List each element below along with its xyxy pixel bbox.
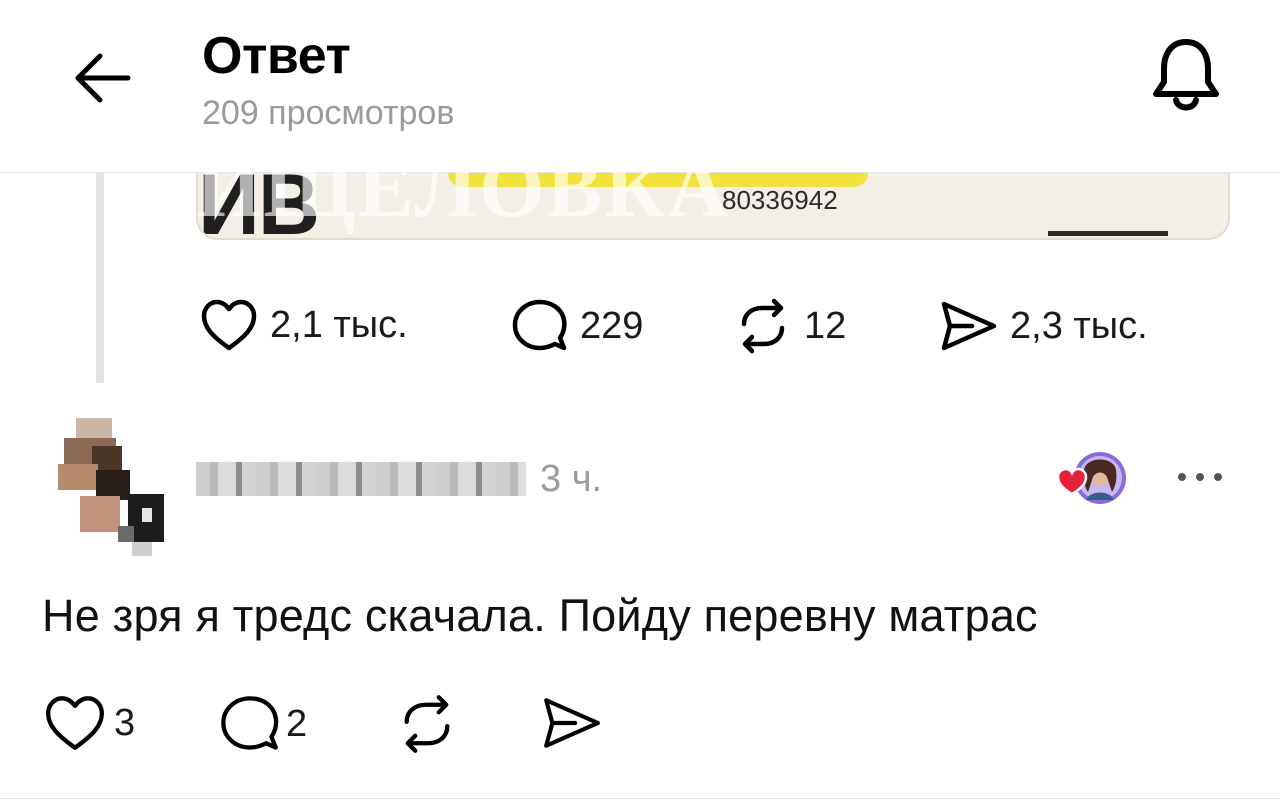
bell-icon (1153, 39, 1219, 111)
parent-like-button[interactable]: 2,1 тыс. (200, 298, 408, 352)
like-count: 3 (114, 701, 136, 744)
post-time: 3 ч. (540, 458, 603, 500)
bottom-divider (0, 798, 1280, 799)
username[interactable] (196, 462, 526, 496)
parent-reply-count: 229 (580, 304, 644, 347)
repost-button[interactable] (396, 694, 458, 754)
thread-line (96, 173, 104, 383)
more-icon (1178, 473, 1222, 481)
reply-count: 2 (286, 702, 308, 745)
comment-icon (221, 696, 279, 750)
parent-repost-count: 12 (804, 304, 847, 347)
send-icon (544, 698, 600, 748)
image-bar (1048, 231, 1168, 236)
comment-icon (512, 299, 567, 351)
arrow-left-icon (75, 53, 131, 103)
parent-like-count: 2,1 тыс. (270, 303, 408, 346)
page-title: Ответ (202, 27, 351, 85)
repost-icon (404, 695, 450, 753)
notifications-button[interactable] (1146, 34, 1226, 118)
image-code: 80336942 (722, 185, 838, 215)
reply-text: Не зря я тредс скачала. Пойду перевну ма… (42, 590, 1038, 641)
like-button[interactable]: 3 (42, 694, 135, 752)
repost-icon (741, 298, 785, 354)
parent-repost-button[interactable]: 12 (734, 298, 846, 354)
post-image[interactable]: ИВ 80336942 (196, 173, 1230, 240)
heart-icon (46, 696, 105, 750)
image-letters: ИВ (198, 173, 320, 240)
parent-reply-button[interactable]: 229 (510, 298, 643, 354)
heart-icon (201, 299, 257, 351)
view-count: 209 просмотров (202, 94, 455, 132)
parent-share-count: 2,3 тыс. (1010, 304, 1148, 347)
liked-by-author-badge (1056, 450, 1130, 514)
back-button[interactable] (70, 46, 134, 110)
avatar[interactable] (44, 408, 176, 556)
send-icon (941, 301, 997, 351)
share-button[interactable] (540, 694, 602, 752)
author-avatar-icon (1056, 452, 1126, 504)
parent-share-button[interactable]: 2,3 тыс. (938, 298, 1148, 354)
more-options-button[interactable] (1172, 462, 1228, 492)
reply-button[interactable]: 2 (218, 694, 307, 754)
